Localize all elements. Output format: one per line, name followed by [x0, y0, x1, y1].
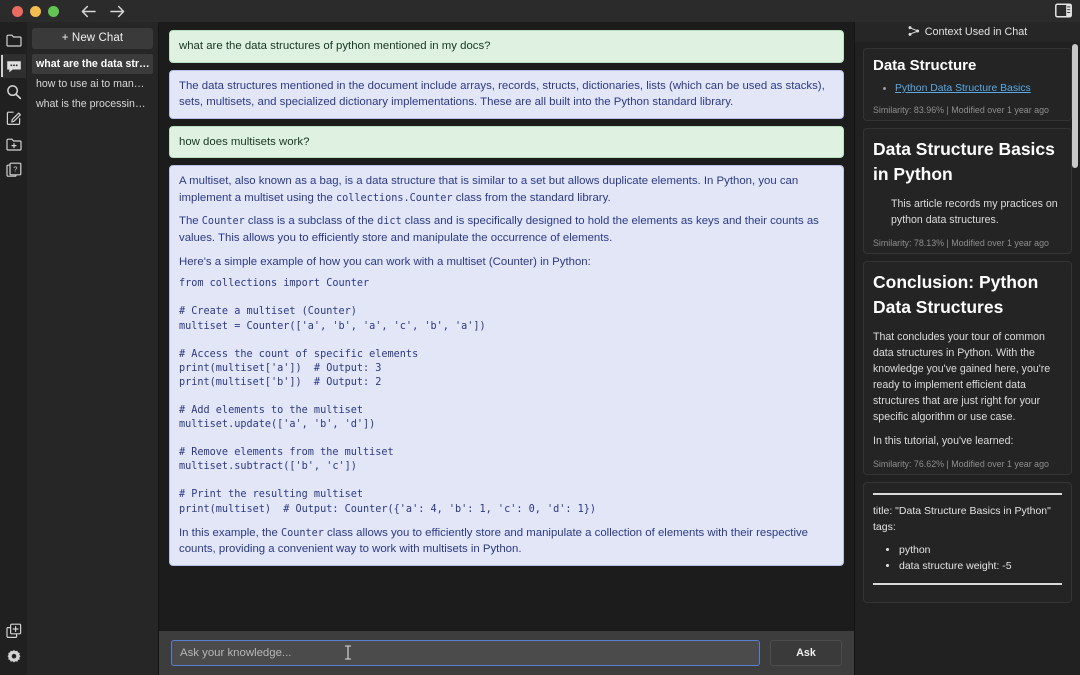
- folder-plus-icon[interactable]: [1, 132, 26, 156]
- frontmatter-tag-list: pythondata structure weight: -5: [873, 542, 1062, 575]
- context-panel-title: Context Used in Chat: [924, 26, 1028, 38]
- minimize-window-button[interactable]: [30, 5, 41, 17]
- chat-list-item[interactable]: how to use ai to manag...: [32, 74, 153, 94]
- ask-button[interactable]: Ask: [770, 640, 842, 666]
- ask-input[interactable]: [171, 640, 760, 666]
- context-card-body: That concludes your tour of common data …: [873, 330, 1051, 424]
- graph-network-icon: [908, 25, 920, 40]
- window-controls: [12, 5, 59, 17]
- frontmatter-tag: python: [899, 542, 1062, 558]
- title-bar: [0, 0, 1080, 22]
- chat-list-item[interactable]: what is the processing ...: [32, 94, 153, 114]
- context-card-meta: Similarity: 83.96% | Modified over 1 yea…: [873, 105, 1049, 115]
- context-panel-header: Context Used in Chat: [855, 22, 1080, 42]
- gear-icon[interactable]: [1, 645, 26, 669]
- context-doc-link[interactable]: Python Data Structure Basics: [895, 83, 1031, 94]
- context-card-link[interactable]: Data Structure Python Data Structure Basi…: [863, 48, 1072, 121]
- message-paragraph: A multiset, also known as a bag, is a da…: [179, 175, 799, 204]
- context-card-list[interactable]: Data Structure Python Data Structure Basi…: [855, 42, 1080, 675]
- context-scrollbar[interactable]: [1072, 44, 1078, 168]
- context-card-meta: Similarity: 78.13% | Modified over 1 yea…: [873, 237, 1049, 248]
- context-link-list: Python Data Structure Basics: [873, 83, 1062, 94]
- close-window-button[interactable]: [12, 5, 23, 17]
- edit-square-icon[interactable]: [1, 106, 26, 130]
- chat-main: what are the data structures of python m…: [158, 22, 855, 675]
- folder-icon[interactable]: [1, 28, 26, 52]
- divider-top: [873, 493, 1062, 496]
- message-bubble-user: what are the data structures of python m…: [169, 30, 844, 63]
- message-list: what are the data structures of python m…: [159, 22, 854, 631]
- message-paragraph: The data structures mentioned in the doc…: [179, 79, 825, 109]
- context-card-meta: Similarity: 76.62% | Modified over 1 yea…: [873, 459, 1049, 470]
- message-paragraph: what are the data structures of python m…: [179, 40, 491, 52]
- composer-bar: Ask: [159, 631, 854, 675]
- maximize-window-button[interactable]: [48, 5, 59, 17]
- context-card-body: This article records my practices on pyt…: [891, 197, 1058, 226]
- message-bubble-assistant: A multiset, also known as a bag, is a da…: [169, 165, 844, 566]
- context-card-title: Conclusion: Python Data Structures: [873, 271, 1039, 318]
- context-card-frontmatter[interactable]: title: "Data Structure Basics in Python"…: [863, 482, 1072, 604]
- context-card-title: Data Structure: [873, 57, 977, 74]
- message-bubble-user: how does multisets work?: [169, 125, 844, 159]
- frontmatter-tags-label: tags:: [873, 521, 896, 534]
- toggle-right-panel-icon[interactable]: [1055, 3, 1072, 23]
- frontmatter-tag: data structure weight: -5: [899, 558, 1062, 574]
- context-card-body-2: In this tutorial, you've learned:: [873, 435, 1014, 448]
- message-paragraph: Here's a simple example of how you can w…: [179, 255, 591, 268]
- app-window: ? + New Chat what are the data stru... h…: [0, 0, 1080, 675]
- new-chat-button[interactable]: + New Chat: [32, 28, 153, 49]
- message-paragraph: how does multisets work?: [179, 135, 310, 148]
- docs-question-icon[interactable]: ?: [1, 158, 26, 182]
- navigation-arrows: [81, 5, 125, 18]
- message-paragraph: The Counter class is a subclass of the d…: [179, 215, 819, 245]
- svg-text:?: ?: [13, 165, 17, 174]
- chat-list-item[interactable]: what are the data stru...: [32, 54, 153, 74]
- frontmatter-title: title: "Data Structure Basics in Python": [873, 505, 1051, 518]
- app-body: ? + New Chat what are the data stru... h…: [0, 22, 1080, 675]
- context-card-excerpt[interactable]: Conclusion: Python Data Structures That c…: [863, 260, 1072, 476]
- context-card-excerpt[interactable]: Data Structure Basics in Python This arti…: [863, 128, 1072, 254]
- divider-bottom: [873, 583, 1062, 586]
- icon-rail: ?: [0, 22, 27, 675]
- message-bubble-assistant: The data structures mentioned in the doc…: [169, 69, 844, 119]
- forward-arrow-icon[interactable]: [110, 5, 125, 18]
- search-icon[interactable]: [1, 80, 26, 104]
- chat-list-panel: + New Chat what are the data stru... how…: [27, 22, 158, 675]
- back-arrow-icon[interactable]: [81, 5, 96, 18]
- message-paragraph: In this example, the Counter class allow…: [179, 526, 809, 556]
- copy-plus-icon[interactable]: [1, 619, 26, 643]
- chat-bubble-icon[interactable]: [1, 54, 26, 78]
- context-card-title: Data Structure Basics in Python: [873, 139, 1055, 185]
- context-panel: Context Used in Chat Data Structure Pytho…: [855, 22, 1080, 675]
- code-block: from collections import Counter # Create…: [179, 278, 597, 515]
